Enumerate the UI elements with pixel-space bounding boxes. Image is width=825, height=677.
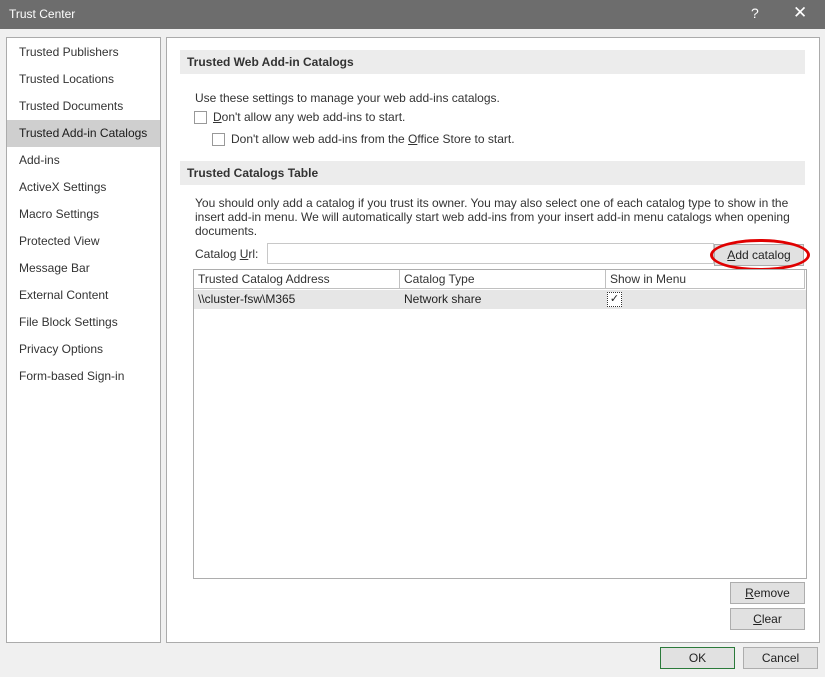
label-part: rl: xyxy=(248,247,259,261)
window-title: Trust Center xyxy=(9,7,76,21)
show-in-menu-checkbox[interactable]: ✓ xyxy=(607,292,622,307)
access-key: C xyxy=(753,612,762,626)
access-key: D xyxy=(213,110,222,124)
dont-allow-web-addins-checkbox[interactable] xyxy=(194,111,207,124)
row-address: \\cluster-fsw\M365 xyxy=(198,292,296,306)
remove-button[interactable]: Remove xyxy=(730,582,805,604)
sidebar-item-protected-view[interactable]: Protected View xyxy=(7,228,160,255)
catalogs-table-header: Trusted Catalogs Table xyxy=(180,161,805,185)
catalog-url-input[interactable] xyxy=(267,243,714,264)
catalog-url-label: Catalog Url: xyxy=(195,247,258,261)
sidebar-item-trusted-locations[interactable]: Trusted Locations xyxy=(7,66,160,93)
access-key: R xyxy=(745,586,754,600)
column-header-show-in-menu[interactable]: Show in Menu xyxy=(606,270,805,289)
access-key: O xyxy=(408,132,418,146)
label-part: Catalog xyxy=(195,247,240,261)
dont-allow-office-store-label[interactable]: Don't allow web add-ins from the Office … xyxy=(231,132,515,146)
dont-allow-office-store-checkbox[interactable] xyxy=(212,133,225,146)
sidebar-item-trusted-publishers[interactable]: Trusted Publishers xyxy=(7,39,160,66)
web-catalogs-intro: Use these settings to manage your web ad… xyxy=(195,91,500,105)
table-row[interactable]: \\cluster-fsw\M365 Network share ✓ xyxy=(194,290,806,309)
label-part: ffice Store to start. xyxy=(417,132,515,146)
label-part: on't allow any web add-ins to start. xyxy=(221,110,406,124)
catalogs-table: Trusted Catalog Address Catalog Type Sho… xyxy=(193,269,807,579)
title-bar: Trust Center ? ✕ xyxy=(0,0,825,29)
sidebar-item-add-ins[interactable]: Add-ins xyxy=(7,147,160,174)
sidebar-item-activex-settings[interactable]: ActiveX Settings xyxy=(7,174,160,201)
main-panel: Trusted Web Add-in Catalogs Use these se… xyxy=(166,37,820,643)
button-label: lear xyxy=(761,612,782,626)
sidebar-item-file-block-settings[interactable]: File Block Settings xyxy=(7,309,160,336)
button-label: dd catalog xyxy=(735,248,791,262)
catalogs-description: You should only add a catalog if you tru… xyxy=(195,196,790,238)
sidebar-item-trusted-documents[interactable]: Trusted Documents xyxy=(7,93,160,120)
button-label: emove xyxy=(753,586,790,600)
web-catalogs-header: Trusted Web Add-in Catalogs xyxy=(180,50,805,74)
clear-button[interactable]: Clear xyxy=(730,608,805,630)
help-icon[interactable]: ? xyxy=(751,5,759,21)
sidebar-item-form-based-sign-in[interactable]: Form-based Sign-in xyxy=(7,363,160,390)
ok-button[interactable]: OK xyxy=(660,647,735,669)
label-part: Don't allow web add-ins from the xyxy=(231,132,409,146)
row-type: Network share xyxy=(404,292,482,306)
add-catalog-button[interactable]: Add catalog xyxy=(714,244,804,266)
cancel-button[interactable]: Cancel xyxy=(743,647,818,669)
sidebar-item-macro-settings[interactable]: Macro Settings xyxy=(7,201,160,228)
dont-allow-web-addins-label[interactable]: Don't allow any web add-ins to start. xyxy=(213,110,405,124)
sidebar-item-message-bar[interactable]: Message Bar xyxy=(7,255,160,282)
sidebar: Trusted Publishers Trusted Locations Tru… xyxy=(6,37,161,643)
column-header-type[interactable]: Catalog Type xyxy=(400,270,606,289)
sidebar-item-external-content[interactable]: External Content xyxy=(7,282,160,309)
sidebar-item-trusted-add-in-catalogs[interactable]: Trusted Add-in Catalogs xyxy=(7,120,160,147)
close-icon[interactable]: ✕ xyxy=(793,3,807,23)
column-header-address[interactable]: Trusted Catalog Address xyxy=(194,270,400,289)
sidebar-item-privacy-options[interactable]: Privacy Options xyxy=(7,336,160,363)
